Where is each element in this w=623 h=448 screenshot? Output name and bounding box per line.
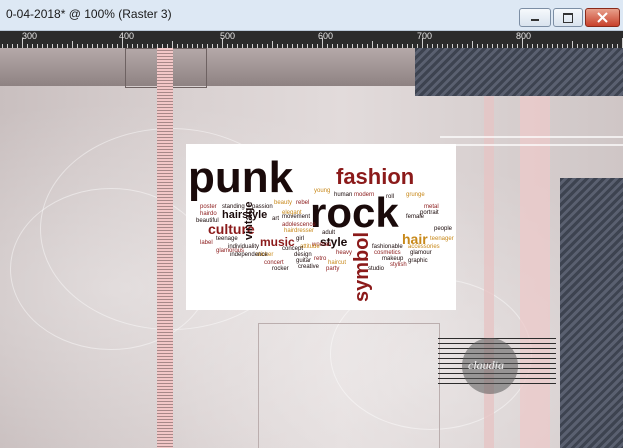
ruler-label: 600 [318, 31, 334, 41]
maximize-button[interactable] [553, 8, 583, 27]
word: movement [282, 214, 311, 220]
word: modern [354, 192, 375, 198]
ruler-tick [222, 38, 223, 48]
image-canvas[interactable]: punk rock fashion culture hairstyle vint… [0, 48, 623, 448]
word: rocker [272, 266, 289, 272]
word: studio [368, 266, 385, 272]
word: adult [322, 230, 336, 236]
title-bar: 0-04-2018* @ 100% (Raster 3) [0, 0, 623, 31]
ruler-tick [72, 41, 73, 48]
minimize-button[interactable] [519, 8, 551, 27]
word: punk [188, 153, 294, 202]
ruler-tick [322, 38, 323, 48]
pink-column [484, 96, 494, 448]
word: art [272, 216, 280, 222]
maximize-icon [563, 13, 573, 23]
word: people [434, 226, 453, 232]
close-button[interactable] [585, 8, 620, 27]
word: retro [314, 256, 327, 262]
horizontal-ruler[interactable]: 300 400 500 600 700 800 [0, 31, 623, 48]
light-line [440, 136, 623, 138]
ruler-tick [22, 38, 23, 48]
pink-striped-column [157, 48, 173, 448]
word: party [326, 266, 340, 272]
ruler-tick [572, 41, 573, 48]
word: poster [200, 204, 217, 210]
word: beauty [274, 200, 293, 206]
ruler-tick [272, 41, 273, 48]
word: girl [296, 236, 305, 242]
word: heavy [336, 250, 353, 256]
light-line [440, 144, 623, 146]
ruler-tick [422, 38, 423, 48]
word: accessories [408, 244, 440, 250]
word: portrait [420, 210, 439, 216]
ruler-tick [372, 41, 373, 48]
word: hairdo [200, 211, 217, 217]
word: teenage [216, 236, 238, 242]
ruler-label: 700 [417, 31, 433, 41]
word: standing [222, 204, 245, 210]
close-icon [597, 12, 608, 23]
dark-stripe-block [415, 48, 623, 96]
word: roll [386, 194, 395, 200]
swirl-decoration [10, 188, 212, 350]
ruler-label: 300 [22, 31, 38, 41]
word: concert [264, 260, 284, 266]
word: graphic [408, 258, 428, 264]
frame-box [258, 323, 440, 448]
word: label [200, 240, 213, 246]
word: glamorous [216, 248, 245, 254]
ruler-tick [172, 41, 173, 48]
ruler-tick [122, 38, 123, 48]
pink-column [520, 96, 550, 448]
top-band [0, 48, 415, 86]
word: rebel [296, 200, 310, 206]
word: young [314, 188, 331, 194]
watermark-text: claudia [468, 358, 504, 372]
word: glamour [410, 250, 432, 256]
word: hairdresser [284, 228, 315, 234]
word: grunge [406, 192, 425, 198]
window-title: 0-04-2018* @ 100% (Raster 3) [6, 7, 172, 21]
ruler-label: 800 [516, 31, 532, 41]
minimize-icon [531, 19, 539, 21]
word-cloud-image: punk rock fashion culture hairstyle vint… [186, 144, 456, 310]
ruler-tick [472, 41, 473, 48]
word: teenager [430, 236, 454, 242]
word: fashion [336, 164, 415, 189]
word: stylish [390, 262, 407, 268]
word: beautiful [196, 218, 219, 224]
word: human [334, 192, 353, 198]
ruler-tick [522, 38, 523, 48]
word: passion [252, 204, 273, 210]
dark-stripe-block-lower [560, 178, 623, 448]
word: creative [298, 264, 320, 270]
